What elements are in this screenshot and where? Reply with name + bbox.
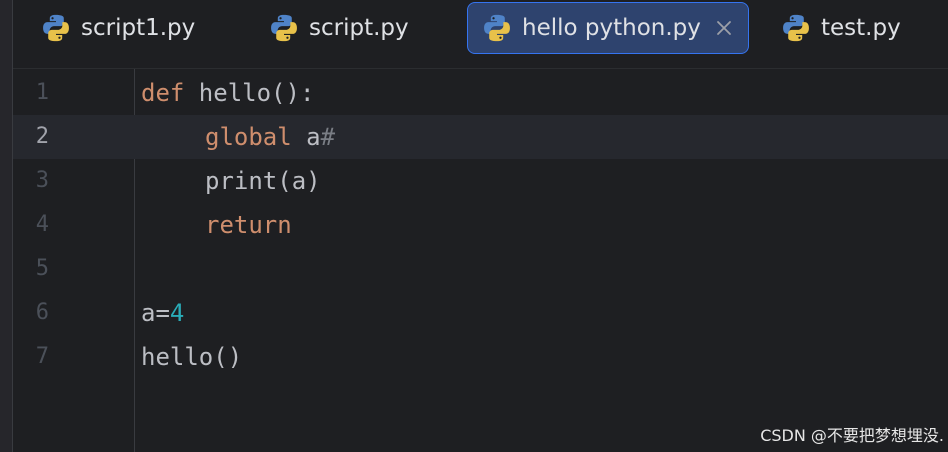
- text-token: print(a): [205, 167, 321, 195]
- line-number: 2: [35, 124, 49, 149]
- code-line[interactable]: 7 hello(): [13, 335, 948, 379]
- tab-label: hello python.py: [522, 15, 701, 41]
- code-text: hello(): [141, 335, 242, 379]
- text-token: hello(): [141, 343, 243, 371]
- code-text: print(a): [141, 159, 321, 203]
- text-token: hello():: [184, 79, 315, 107]
- number-token: 4: [169, 299, 185, 327]
- python-icon: [269, 13, 299, 43]
- tab-label: test.py: [821, 15, 901, 41]
- left-tool-strip: [0, 0, 13, 452]
- keyword-token: return: [205, 211, 292, 239]
- tab-test[interactable]: test.py: [781, 2, 901, 54]
- code-text: return: [141, 203, 292, 247]
- python-icon: [41, 13, 71, 43]
- comment-token: #: [320, 123, 336, 151]
- code-line[interactable]: 5: [13, 247, 948, 291]
- line-number: 7: [35, 344, 49, 369]
- line-number: 3: [35, 168, 49, 193]
- code-text: a=4: [141, 291, 184, 335]
- ide-window: script1.py script.py hello python.py tes…: [0, 0, 948, 452]
- line-number: 5: [35, 256, 49, 281]
- watermark: CSDN @不要把梦想埋没.: [760, 426, 944, 445]
- tab-label: script1.py: [81, 15, 196, 41]
- code-line[interactable]: 4 return: [13, 203, 948, 247]
- text-token: a=: [141, 299, 170, 327]
- code-editor[interactable]: 1 def hello(): 2 global a# 3 print(a) 4 …: [13, 69, 948, 452]
- close-icon[interactable]: [715, 19, 733, 37]
- tab-label: script.py: [309, 15, 409, 41]
- line-number: 6: [35, 300, 49, 325]
- tab-script[interactable]: script.py: [269, 2, 409, 54]
- tab-hello-python-active[interactable]: hello python.py: [467, 2, 749, 54]
- editor-tab-bar: script1.py script.py hello python.py tes…: [13, 0, 948, 69]
- code-text: global a#: [141, 115, 335, 159]
- keyword-token: def: [141, 79, 185, 107]
- tab-script1[interactable]: script1.py: [41, 2, 195, 54]
- code-line[interactable]: 3 print(a): [13, 159, 948, 203]
- python-icon: [781, 13, 811, 43]
- text-token: a: [291, 123, 321, 151]
- keyword-token: global: [205, 123, 292, 151]
- python-icon: [482, 13, 512, 43]
- code-line-current[interactable]: 2 global a#: [13, 115, 948, 159]
- line-number: 4: [35, 212, 49, 237]
- code-line[interactable]: 1 def hello():: [13, 71, 948, 115]
- code-line[interactable]: 6 a=4: [13, 291, 948, 335]
- code-text: def hello():: [141, 71, 314, 115]
- line-number: 1: [35, 80, 49, 105]
